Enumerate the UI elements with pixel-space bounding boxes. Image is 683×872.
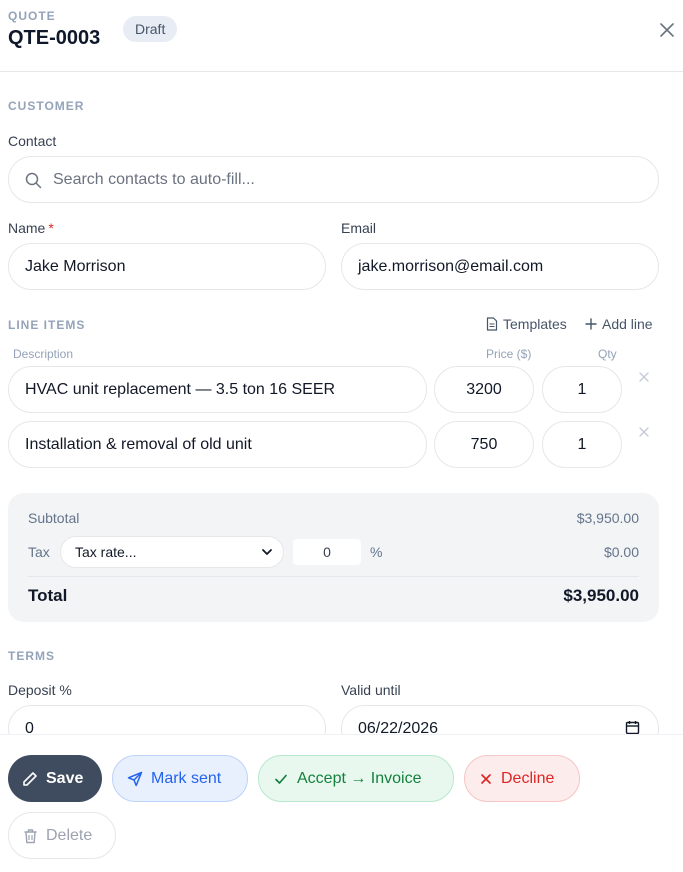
templates-label: Templates <box>503 316 567 332</box>
percent-sign: % <box>370 544 383 560</box>
contact-label: Contact <box>8 133 57 149</box>
totals-divider <box>28 576 639 577</box>
name-input[interactable]: Jake Morrison <box>8 243 326 290</box>
templates-button[interactable]: Templates <box>486 316 567 332</box>
delete-label: Delete <box>46 826 93 844</box>
deposit-input[interactable]: 0 <box>8 705 326 734</box>
line-item-description-input[interactable]: Installation & removal of old unit <box>8 421 427 468</box>
quote-kicker: QUOTE <box>8 9 56 23</box>
tax-percent-input[interactable]: 0 <box>293 539 361 565</box>
tax-value: $0.00 <box>603 544 639 560</box>
valid-until-value: 06/22/2026 <box>358 719 439 735</box>
customer-section-label: CUSTOMER <box>8 99 85 113</box>
name-label: Name * <box>8 220 54 236</box>
email-input[interactable]: jake.morrison@email.com <box>341 243 659 290</box>
plus-icon <box>585 318 597 330</box>
calendar-icon[interactable] <box>625 720 640 734</box>
remove-line-icon[interactable] <box>637 370 651 384</box>
chevron-down-icon <box>262 549 272 555</box>
x-icon <box>481 773 491 784</box>
add-line-label: Add line <box>602 316 653 332</box>
col-description-header: Description <box>13 347 74 361</box>
valid-until-label: Valid until <box>341 682 401 698</box>
mark-sent-button[interactable]: Mark sent <box>112 755 248 802</box>
contact-search-input[interactable]: Search contacts to auto-fill... <box>8 156 659 203</box>
search-icon <box>25 172 42 189</box>
tax-rate-select-value: Tax rate... <box>75 544 137 560</box>
line-item-qty-input[interactable]: 1 <box>542 366 622 413</box>
save-label: Save <box>46 769 84 787</box>
subtotal-value: $3,950.00 <box>576 510 639 526</box>
line-item-qty-input[interactable]: 1 <box>542 421 622 468</box>
line-item-price-input[interactable]: 3200 <box>434 366 534 413</box>
terms-section-label: TERMS <box>8 649 55 663</box>
terms-fields-clip: 0 06/22/2026 <box>0 700 683 734</box>
close-icon <box>660 23 674 37</box>
close-button[interactable] <box>656 19 678 41</box>
document-icon <box>486 317 498 331</box>
send-icon <box>127 771 143 786</box>
email-label: Email <box>341 220 377 236</box>
tax-rate-select[interactable]: Tax rate... <box>60 536 284 568</box>
action-footer: Save Mark sent Accept → Invoice Decline … <box>0 734 683 872</box>
delete-button[interactable]: Delete <box>8 812 116 859</box>
col-qty-header: Qty <box>598 347 617 361</box>
line-item-price-input[interactable]: 750 <box>434 421 534 468</box>
accept-invoice-label: Accept → Invoice <box>297 769 422 787</box>
deposit-label: Deposit % <box>8 682 72 698</box>
total-value: $3,950.00 <box>563 586 639 605</box>
drawer-header: QUOTE QTE-0003 Draft <box>0 0 683 72</box>
status-badge: Draft <box>123 16 178 42</box>
decline-button[interactable]: Decline <box>464 755 580 802</box>
line-item-description-input[interactable]: HVAC unit replacement — 3.5 ton 16 SEER <box>8 366 427 413</box>
col-price-header: Price ($) <box>486 347 532 361</box>
accept-invoice-button[interactable]: Accept → Invoice <box>258 755 454 802</box>
name-label-text: Name <box>8 220 46 236</box>
mark-sent-label: Mark sent <box>151 769 222 787</box>
check-icon <box>275 774 287 784</box>
total-label: Total <box>28 586 68 605</box>
required-mark: * <box>48 220 54 236</box>
save-button[interactable]: Save <box>8 755 102 802</box>
valid-until-input[interactable]: 06/22/2026 <box>341 705 659 734</box>
line-items-section-label: LINE ITEMS <box>8 318 86 332</box>
pencil-icon <box>23 771 37 786</box>
remove-line-icon[interactable] <box>637 425 651 439</box>
contact-search-placeholder: Search contacts to auto-fill... <box>53 170 255 188</box>
trash-icon <box>24 828 37 843</box>
add-line-button[interactable]: Add line <box>585 316 653 332</box>
totals-panel: Subtotal $3,950.00 Tax Tax rate... 0 % $… <box>8 493 659 622</box>
tax-label: Tax <box>28 544 50 560</box>
quote-number: QTE-0003 <box>8 27 101 49</box>
subtotal-label: Subtotal <box>28 510 80 526</box>
decline-label: Decline <box>501 769 555 787</box>
